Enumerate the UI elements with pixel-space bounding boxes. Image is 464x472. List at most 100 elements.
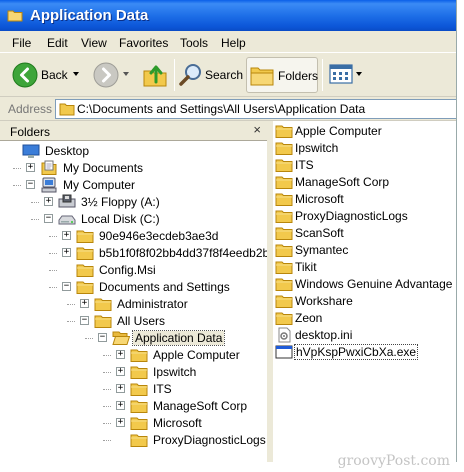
floppy-drive-icon bbox=[58, 194, 76, 210]
tree-item-label: Application Data bbox=[131, 330, 226, 346]
tree-item-label: Config.Msi bbox=[99, 263, 156, 277]
tree-connector bbox=[49, 236, 57, 237]
up-folder-icon bbox=[142, 62, 168, 88]
tree-item-label: Documents and Settings bbox=[99, 280, 230, 294]
back-label: Back bbox=[41, 68, 68, 82]
item-label: Zeon bbox=[295, 311, 323, 325]
menu-help[interactable]: Help bbox=[221, 36, 246, 50]
exe-file-icon bbox=[275, 344, 293, 360]
folders-header-title: Folders bbox=[10, 125, 51, 139]
item-label: Microsoft bbox=[295, 192, 344, 206]
tree-connector bbox=[103, 406, 111, 407]
expand-icon[interactable]: + bbox=[44, 197, 53, 206]
expand-icon[interactable]: + bbox=[116, 401, 125, 410]
address-input[interactable]: C:\Documents and Settings\All Users\Appl… bbox=[55, 99, 456, 119]
tree-item-label: ITS bbox=[153, 382, 172, 396]
tree-item-label: Microsoft bbox=[153, 416, 202, 430]
expand-icon[interactable]: + bbox=[116, 367, 125, 376]
desktop-icon bbox=[22, 143, 40, 159]
forward-button[interactable] bbox=[91, 57, 133, 93]
menu-tools[interactable]: Tools bbox=[180, 36, 208, 50]
collapse-icon[interactable]: − bbox=[26, 180, 35, 189]
folder-icon bbox=[130, 432, 148, 448]
item-label: ScanSoft bbox=[295, 226, 344, 240]
folders-pane: Folders × Desktop + My Documents − My Comput… bbox=[0, 121, 270, 462]
chevron-down-icon bbox=[73, 72, 79, 76]
folders-icon bbox=[250, 64, 274, 86]
expand-icon[interactable]: + bbox=[62, 248, 71, 257]
collapse-icon[interactable]: − bbox=[98, 333, 107, 342]
tree-connector bbox=[49, 287, 57, 288]
tree-connector bbox=[103, 440, 111, 441]
folder-icon bbox=[275, 174, 293, 190]
expand-icon[interactable]: + bbox=[116, 418, 125, 427]
folder-icon bbox=[275, 293, 293, 309]
collapse-icon[interactable]: − bbox=[62, 282, 71, 291]
folder-icon bbox=[275, 276, 293, 292]
tree-connector bbox=[13, 168, 21, 169]
folder-icon bbox=[130, 364, 148, 380]
folder-icon bbox=[7, 8, 23, 22]
open-folder-icon bbox=[112, 330, 130, 346]
expand-icon[interactable]: + bbox=[80, 299, 89, 308]
folder-icon bbox=[275, 225, 293, 241]
tree-connector bbox=[103, 389, 111, 390]
tree-connector bbox=[85, 338, 93, 339]
chevron-down-icon bbox=[356, 72, 362, 76]
item-label: Workshare bbox=[295, 294, 353, 308]
collapse-icon[interactable]: − bbox=[80, 316, 89, 325]
tree-item-label: Local Disk (C:) bbox=[81, 212, 160, 226]
folder-icon bbox=[275, 157, 293, 173]
folder-icon bbox=[130, 398, 148, 414]
tree-item-label: 90e946e3ecdeb3ae3d bbox=[99, 229, 219, 243]
tree-item-label: Ipswitch bbox=[153, 365, 197, 379]
folder-icon bbox=[130, 415, 148, 431]
folder-icon bbox=[275, 123, 293, 139]
expand-icon[interactable]: + bbox=[116, 384, 125, 393]
item-label: Apple Computer bbox=[295, 124, 382, 138]
my-computer-icon bbox=[40, 177, 58, 193]
expand-icon[interactable]: + bbox=[116, 350, 125, 359]
folder-icon bbox=[275, 242, 293, 258]
title-bar[interactable]: Application Data bbox=[0, 0, 456, 31]
close-icon[interactable]: × bbox=[253, 122, 261, 137]
folder-icon bbox=[130, 381, 148, 397]
item-label: hVpKspPwxiCbXa.exe bbox=[293, 344, 419, 360]
menu-favorites[interactable]: Favorites bbox=[119, 36, 168, 50]
my-documents-icon bbox=[40, 160, 58, 176]
menu-view[interactable]: View bbox=[81, 36, 107, 50]
expand-icon[interactable]: + bbox=[62, 231, 71, 240]
folders-button[interactable]: Folders bbox=[246, 57, 318, 93]
search-icon bbox=[179, 63, 203, 87]
folder-icon bbox=[130, 347, 148, 363]
window-title: Application Data bbox=[30, 7, 149, 24]
menu-file[interactable]: File bbox=[12, 36, 31, 50]
address-label: Address bbox=[8, 102, 53, 116]
tree-connector bbox=[103, 423, 111, 424]
up-folder-button[interactable] bbox=[140, 57, 170, 93]
tree-connector bbox=[103, 372, 111, 373]
folder-icon bbox=[76, 245, 94, 261]
expand-icon[interactable]: + bbox=[26, 163, 35, 172]
tree-connector bbox=[31, 219, 39, 220]
folder-icon bbox=[59, 102, 75, 116]
collapse-icon[interactable]: − bbox=[44, 214, 53, 223]
folder-icon bbox=[275, 191, 293, 207]
folders-header: Folders × bbox=[0, 121, 267, 141]
item-label: ITS bbox=[295, 158, 314, 172]
search-button[interactable]: Search bbox=[178, 57, 243, 93]
address-bar: Address C:\Documents and Settings\All Us… bbox=[0, 97, 456, 121]
tree-connector bbox=[31, 202, 39, 203]
item-label: desktop.ini bbox=[295, 328, 353, 342]
item-label: Windows Genuine Advantage bbox=[295, 277, 453, 291]
tree-item-label: b5b1f0f8f02bb4dd37f8f4eedb2b bbox=[99, 246, 270, 260]
back-button[interactable]: Back bbox=[10, 57, 80, 93]
folder-icon bbox=[275, 310, 293, 326]
chevron-down-icon bbox=[123, 72, 129, 76]
folder-icon bbox=[76, 262, 94, 278]
tree-item-label: ProxyDiagnosticLogs bbox=[153, 433, 266, 447]
tree-connector bbox=[49, 270, 57, 271]
menu-edit[interactable]: Edit bbox=[47, 36, 68, 50]
toolbar: Back Search Folders bbox=[0, 53, 456, 97]
views-button[interactable] bbox=[327, 57, 363, 93]
